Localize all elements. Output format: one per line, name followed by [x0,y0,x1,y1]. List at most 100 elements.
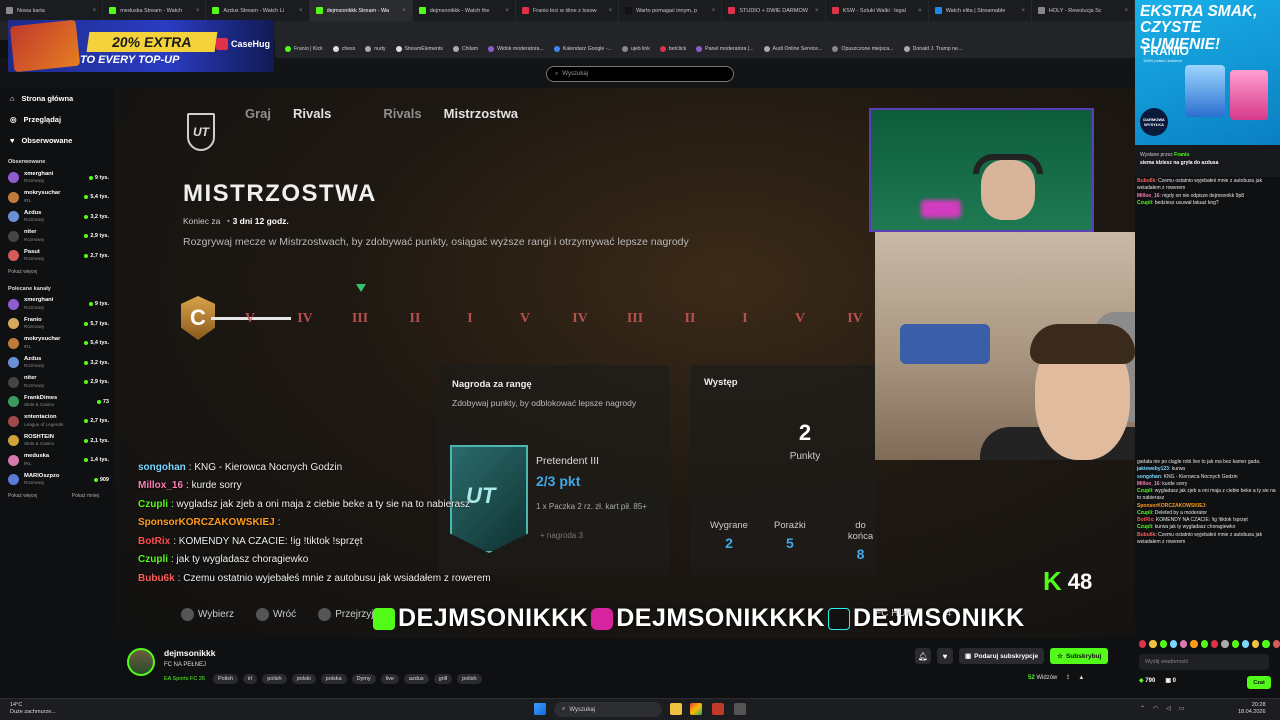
close-icon[interactable]: × [1021,8,1025,14]
taskbar-clock[interactable]: 20:28 18.04.2026 [1238,702,1266,717]
stream-tag[interactable]: live [380,674,399,684]
browser-tab[interactable]: Nowa karta × [0,0,104,21]
folder-icon[interactable] [670,703,682,715]
stream-tag[interactable]: Dymy [351,674,376,684]
stream-tag[interactable]: irl [242,674,258,684]
taskbar-search[interactable]: ⌕ Wyszukaj [554,702,662,717]
bookmark-item[interactable]: StreamElements [395,46,443,52]
bookmark-item[interactable]: Panel moderatora |... [696,46,754,52]
other-counter[interactable]: ▣ 0 [1165,677,1176,684]
chat-user[interactable]: Czupli [1137,524,1152,530]
bookmark-item[interactable]: ujeb link [621,46,650,52]
volume-icon[interactable]: ◁ [1166,705,1171,712]
chat-input[interactable]: Wyślij wiadomość [1139,654,1269,670]
chat-user[interactable]: BotRix [1137,517,1153,523]
close-icon[interactable]: × [402,8,406,14]
channel-item[interactable]: Azdus Rozmowy 3,2 tys. [0,207,115,227]
browser-tab[interactable]: dejmsonikkk - Watch the × [413,0,516,21]
emote-icon[interactable] [1221,640,1229,648]
channel-item[interactable]: FrankDimes Slots & Casino 73 [0,392,115,412]
stream-tag[interactable]: polska [320,674,347,684]
chevron-up-icon[interactable]: ⌃ [1140,705,1145,712]
chat-user[interactable]: Czupli [1137,488,1152,494]
browser-tab[interactable]: dejmsonikkk Stream - Wa × [309,0,413,21]
emote-icon[interactable] [1149,640,1157,648]
streamer-name[interactable]: dejmsonikkk [164,648,216,658]
browser-tab[interactable]: Warto pomagać innym, p × [619,0,723,21]
emote-icon[interactable] [1231,640,1239,648]
channel-item[interactable]: xmerghani Rozmowy 9 tys. [0,168,115,188]
channel-item[interactable]: MARIOszpzo Rozmowy 909 [0,470,115,490]
stream-tag[interactable]: polish [262,674,287,684]
emote-icon[interactable] [1159,640,1167,648]
channel-item[interactable]: niter Rozmowy 2,9 tys. [0,227,115,247]
recommended-show-more[interactable]: Pokaż więcej [0,490,45,502]
channel-item[interactable]: Pasut Rozmowy 2,7 tys. [0,246,115,266]
bookmark-item[interactable]: Opuszczone miejsca... [832,46,894,52]
bookmark-item[interactable]: Chilam [452,46,478,52]
stream-tag[interactable]: azdus [403,674,429,684]
emote-icon[interactable] [1200,640,1208,648]
emote-icon[interactable] [1180,640,1188,648]
heart-icon[interactable]: ♥ [937,648,953,664]
browser-tab[interactable]: Azdus Stream - Watch Li × [206,0,310,21]
channel-item[interactable]: niter Rozmowy 2,9 tys. [0,373,115,393]
sidebar-nav-item[interactable]: ⌂ Strona główna [0,88,115,109]
terminal-icon[interactable] [734,703,746,715]
chat-user[interactable]: Bubu6k [1137,178,1155,184]
wifi-icon[interactable]: ◠ [1153,705,1158,712]
followed-show-more[interactable]: Pokaż więcej [0,266,115,278]
recommended-show-less[interactable]: Pokaż mniej [64,490,107,502]
bookmark-item[interactable]: betclick [659,46,686,52]
chat-user[interactable]: Czupli [1137,200,1152,206]
bookmark-item[interactable]: Audi Online Service... [763,46,822,52]
chat-send-button[interactable]: Czat [1247,676,1271,689]
chat-user[interactable]: songohan [1137,474,1161,480]
close-icon[interactable]: × [196,8,200,14]
stream-category[interactable]: EA Sports FC 26 [164,676,205,682]
bell-icon[interactable]: 🔔︎ [915,648,931,664]
chat-user[interactable]: Millox_16 [1137,481,1160,487]
stream-tag[interactable]: grill [433,674,453,684]
channel-points[interactable]: ◆ 790 [1139,677,1155,684]
gift-subs-button[interactable]: ▣ Podaruj subskrypcje [959,648,1045,664]
close-icon[interactable]: × [712,8,716,14]
bookmark-item[interactable]: Widok moderatora... [488,46,544,52]
stream-tag[interactable]: polish [457,674,482,684]
stream-tag[interactable]: Polish [212,674,238,684]
chat-user[interactable]: Bubu6k [1137,532,1155,538]
close-icon[interactable]: × [299,8,303,14]
chrome-icon[interactable] [690,703,702,715]
share-icon[interactable]: ⇪ [1065,674,1070,681]
browser-tab[interactable]: Watch elita | Streamable × [929,0,1032,21]
channel-item[interactable]: Azdus Rozmowy 3,2 tys. [0,353,115,373]
chat-user[interactable]: Czupli [1137,510,1152,516]
weather-widget[interactable]: 14°C Duże zachmurze... [10,702,56,717]
emote-icon[interactable] [1272,640,1280,648]
emote-icon[interactable] [1139,640,1147,648]
site-search-input[interactable]: ⌕ Wyszukaj [546,66,734,82]
warning-icon[interactable]: ▲ [1078,675,1084,681]
channel-item[interactable]: mokrysuchar IRL 5,4 tys. [0,188,115,208]
emote-icon[interactable] [1190,640,1198,648]
close-icon[interactable]: × [815,8,819,14]
stream-tag[interactable]: polski [291,674,316,684]
streamer-avatar[interactable] [127,648,155,676]
channel-item[interactable]: ROSHTEIN Slots & Casino 2,1 tys. [0,431,115,451]
browser-tab[interactable]: STUDIO + DWIE DARMOW × [722,0,826,21]
channel-item[interactable]: Franio Rozmowy 5,7 tys. [0,314,115,334]
browser-tab[interactable]: KSW - Sztuki Walki : legal × [826,0,929,21]
emote-icon[interactable] [1241,640,1250,648]
browser-tab[interactable]: HOLY - Rewolucja Sc × [1032,0,1135,21]
subscribe-button[interactable]: ☆ Subskrybuj [1050,648,1109,664]
emote-icon[interactable] [1210,640,1219,648]
bookmark-item[interactable]: Franio | Kick [285,46,323,52]
close-icon[interactable]: × [93,8,97,14]
channel-item[interactable]: meduska IRL 1,4 tys. [0,451,115,471]
close-icon[interactable]: × [1125,8,1129,14]
bookmark-item[interactable]: Kalendarz Google -... [553,46,612,52]
franio-ad[interactable]: EKSTRA SMAK, CZYSTE SUMIENIE! FRANIO 100… [1135,0,1280,145]
sidebar-nav-item[interactable]: ◎ Przeglądaj [0,109,115,130]
close-icon[interactable]: × [505,8,509,14]
close-icon[interactable]: × [609,8,613,14]
